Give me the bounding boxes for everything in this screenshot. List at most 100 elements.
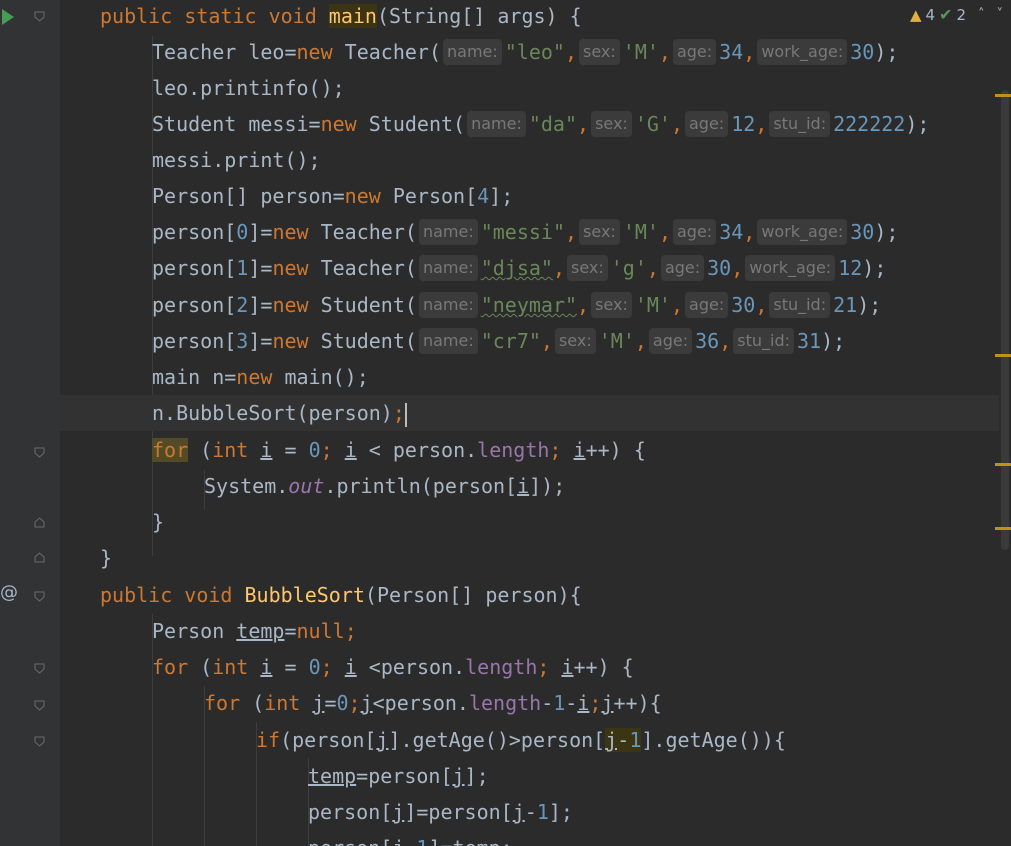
code-line[interactable]: Person[] person=new Person[4]; [60,178,999,214]
fold-icon[interactable] [34,663,45,674]
number-literal: 30 [850,40,875,64]
code-line[interactable]: public static void main(String[] args) { [60,0,999,34]
warning-marker[interactable] [995,94,1011,97]
code-text: leo.printinfo(); [152,76,345,100]
code-line[interactable]: person[j]=person[j-1]; [60,794,999,830]
fold-icon[interactable] [34,11,45,22]
punct: , [540,329,553,353]
param-hint: name: [418,328,478,354]
punct: ; [348,691,361,715]
code-text: ); [857,293,882,317]
keyword: new [272,329,309,353]
punct: , [755,293,768,317]
fold-icon[interactable] [34,447,45,458]
code-text: messi.print(); [152,148,321,172]
number-literal: 12 [838,256,863,280]
fold-icon[interactable] [34,591,45,602]
vertical-scrollbar[interactable] [1001,90,1009,550]
punct: , [658,40,671,64]
code-line[interactable]: System.out.println(person[i]); [60,468,999,504]
code-text: ]= [248,329,273,353]
code-line[interactable]: temp=person[j]; [60,758,999,794]
number-literal: 1 [416,836,428,846]
code-line[interactable]: leo.printinfo(); [60,70,999,106]
code-line[interactable]: if(person[j].getAge()>person[j-1].getAge… [60,722,999,758]
override-icon[interactable]: @ [0,582,18,603]
chevron-down-icon[interactable]: ˅ [997,4,1004,26]
code-line[interactable]: for (int i = 0; i <person.length; i++) { [60,649,999,685]
code-line[interactable]: person[3]=new Student(name: "cr7", sex: 'M'… [60,323,999,359]
string-literal: 'G' [634,112,671,136]
code-line[interactable]: Person temp=null; [60,613,999,649]
keyword: if [256,728,281,752]
punct: , [565,220,578,244]
keyword: public static void [100,4,329,28]
code-line[interactable]: main n=new main(); [60,359,999,395]
code-line[interactable]: } [60,540,999,576]
method-name: main [328,4,377,28]
fold-icon[interactable] [34,736,45,747]
code-text: - [404,836,416,846]
punct: , [731,256,744,280]
number-literal: 12 [731,112,756,136]
variable: temp [308,764,357,788]
fold-icon[interactable] [34,700,45,711]
warning-marker[interactable] [995,463,1011,466]
punct: ; [344,619,357,643]
code-line[interactable]: messi.print(); [60,142,999,178]
code-line[interactable]: } [60,504,999,540]
code-line[interactable]: for (int j=0;j<person.length-1-i;j++){ [60,685,999,721]
code-line[interactable]: person[j-1]=temp; [60,830,999,846]
param-hint: name: [418,292,478,318]
chevron-up-icon[interactable]: ˄ [978,4,985,26]
code-text: - [565,691,578,715]
variable: i [260,438,273,462]
code-line[interactable]: Teacher leo=new Teacher(name: "leo", sex: '… [60,34,999,70]
param-hint: sex: [579,219,620,245]
code-line[interactable]: Student messi=new Student(name: "da", sex:… [60,106,999,142]
number-literal: 30 [731,293,756,317]
code-line[interactable]: for (int i = 0; i < person.length; i++) … [60,432,999,468]
punct: , [670,112,683,136]
fold-icon[interactable] [34,552,45,563]
keyword: for [152,655,189,679]
param-hint: stu_id: [733,328,794,354]
code-editor[interactable]: public static void main(String[] args) {… [60,0,999,846]
number-literal: 4 [477,184,490,208]
editor-gutter: @ [0,0,60,846]
code-text: ]; [464,764,489,788]
code-line-current[interactable]: n.BubbleSort(person); [60,395,999,431]
code-line[interactable]: person[1]=new Teacher(name: "djsa", sex:'g… [60,250,999,286]
text-caret [404,402,407,427]
number-literal: 1 [629,728,642,752]
warning-count: 4 [925,6,936,24]
variable: j [312,691,325,715]
code-text: = [284,619,297,643]
warning-marker[interactable] [995,527,1011,530]
variable: i [573,438,586,462]
keyword: int [264,691,301,715]
code-text: ( [188,438,213,462]
code-line[interactable]: person[2]=new Student(name: "neymar", sex:… [60,287,999,323]
code-line[interactable]: person[0]=new Teacher(name: "messi", sex: '… [60,214,999,250]
keyword: null [296,619,345,643]
code-line[interactable]: public void BubbleSort(Person[] person){ [60,577,999,613]
fold-icon[interactable] [34,517,45,528]
param-hint: sex: [591,292,632,318]
run-icon[interactable] [2,9,14,25]
punct: , [670,293,684,317]
field: length [468,691,542,715]
variable: j [360,691,373,715]
string-literal: "messi" [480,220,565,244]
punct: ; [549,438,574,462]
code-text: ]); [529,474,566,498]
inspections-widget[interactable]: ▲ 4 ✔ 2 ˄ ˅ [909,4,1004,26]
string-literal: "djsa" [480,256,553,280]
number-literal: 21 [833,293,858,317]
warning-marker[interactable] [995,354,1011,357]
variable: j [601,691,614,715]
warning-triangle-icon: ▲ [909,6,922,24]
param-hint: work_age: [745,255,836,281]
